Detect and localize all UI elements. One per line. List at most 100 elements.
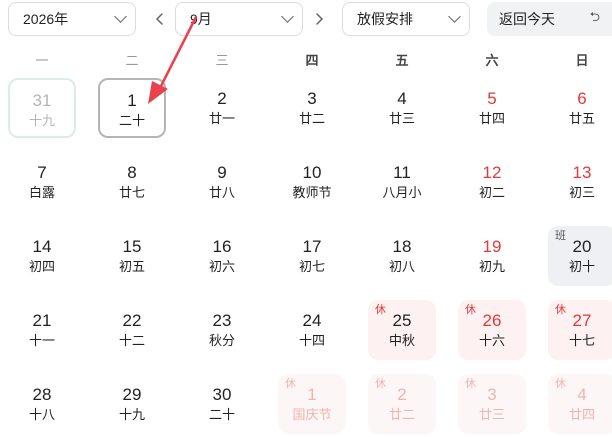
day-number: 18	[392, 237, 412, 256]
lunar-date: 初九	[478, 259, 505, 274]
lunar-date: 廿五	[568, 111, 595, 126]
day-number: 11	[393, 163, 411, 182]
day-cell[interactable]: 21 十一	[8, 300, 76, 360]
lunar-date: 廿八	[208, 185, 235, 200]
day-cell[interactable]: 24 十四	[278, 300, 346, 360]
day-number: 12	[482, 163, 502, 182]
day-number: 8	[127, 163, 137, 182]
back-to-today-button[interactable]: 返回今天 ⮌	[487, 2, 612, 36]
day-cell[interactable]: 17 初七	[278, 226, 346, 286]
holiday-select-value: 放假安排	[357, 11, 413, 27]
day-cell[interactable]: 10 教师节	[278, 152, 346, 212]
day-cell[interactable]: 30 二十	[188, 374, 256, 434]
day-cell[interactable]: 13 初三	[548, 152, 612, 212]
holiday-select[interactable]: 放假安排	[342, 2, 470, 36]
day-cell[interactable]: 1 二十	[98, 78, 166, 138]
day-number: 19	[482, 237, 502, 256]
lunar-date: 十四	[298, 333, 325, 348]
lunar-date: 十九	[28, 113, 55, 128]
day-cell[interactable]: 12 初二	[458, 152, 526, 212]
day-number: 6	[577, 89, 587, 108]
day-cell[interactable]: 28 十八	[8, 374, 76, 434]
lunar-date: 十六	[478, 333, 505, 348]
lunar-date: 十一	[28, 333, 55, 348]
day-number: 9	[217, 163, 227, 182]
lunar-date: 二十	[118, 113, 145, 128]
lunar-date: 初八	[388, 259, 415, 274]
weekday-label: 三	[215, 53, 229, 68]
lunar-date: 中秋	[388, 333, 415, 348]
lunar-date: 廿三	[388, 111, 415, 126]
day-number: 28	[32, 385, 52, 404]
calendar-toolbar: 2026年 9月 放假安排 返回今天 ⮌	[0, 0, 612, 40]
lunar-date: 秋分	[208, 333, 235, 348]
weekday-label: 五	[395, 53, 409, 68]
day-cell[interactable]: 23 秋分	[188, 300, 256, 360]
rest-day-badge: 休	[375, 304, 386, 316]
day-cell[interactable]: 9 廿八	[188, 152, 256, 212]
day-cell[interactable]: 休 3 廿三	[458, 374, 526, 434]
chevron-right-icon[interactable]	[310, 10, 328, 28]
day-cell[interactable]: 22 十二	[98, 300, 166, 360]
lunar-date: 初二	[478, 185, 505, 200]
day-cell[interactable]: 5 廿四	[458, 78, 526, 138]
day-cell[interactable]: 31 十九	[8, 78, 76, 138]
lunar-date: 廿七	[118, 185, 145, 200]
day-number: 13	[572, 163, 592, 182]
day-number: 1	[127, 91, 137, 110]
day-cell[interactable]: 15 初五	[98, 226, 166, 286]
day-number: 21	[32, 311, 52, 330]
day-cell[interactable]: 7 白露	[8, 152, 76, 212]
day-number: 29	[122, 385, 142, 404]
lunar-date: 十七	[568, 333, 595, 348]
day-cell[interactable]: 14 初四	[8, 226, 76, 286]
lunar-date: 廿一	[208, 111, 235, 126]
day-cell[interactable]: 19 初九	[458, 226, 526, 286]
lunar-date: 初三	[568, 185, 595, 200]
lunar-date: 国庆节	[292, 407, 332, 422]
day-cell[interactable]: 8 廿七	[98, 152, 166, 212]
day-cell[interactable]: 16 初六	[188, 226, 256, 286]
work-day-badge: 班	[555, 230, 566, 242]
lunar-date: 廿四	[478, 111, 505, 126]
lunar-date: 初六	[208, 259, 235, 274]
rest-day-badge: 休	[555, 378, 566, 390]
lunar-date: 八月小	[382, 185, 422, 200]
day-cell[interactable]: 休 26 十六	[458, 300, 526, 360]
day-number: 10	[302, 163, 322, 182]
day-number: 5	[487, 89, 497, 108]
weekday-label: 六	[485, 53, 499, 68]
lunar-date: 廿二	[298, 111, 325, 126]
lunar-date: 十二	[118, 333, 145, 348]
day-cell[interactable]: 3 廿二	[278, 78, 346, 138]
day-cell[interactable]: 休 4 廿四	[548, 374, 612, 434]
lunar-date: 初七	[298, 259, 325, 274]
day-cell[interactable]: 2 廿一	[188, 78, 256, 138]
day-cell[interactable]: 休 1 国庆节	[278, 374, 346, 434]
year-select[interactable]: 2026年	[8, 2, 136, 36]
day-cell[interactable]: 班 20 初十	[548, 226, 612, 286]
day-cell[interactable]: 18 初八	[368, 226, 436, 286]
day-cell[interactable]: 11 八月小	[368, 152, 436, 212]
weekday-label: 日	[575, 53, 589, 68]
back-to-today-label: 返回今天	[499, 11, 555, 27]
day-cell[interactable]: 6 廿五	[548, 78, 612, 138]
day-cell[interactable]: 29 十九	[98, 374, 166, 434]
day-cell[interactable]: 休 25 中秋	[368, 300, 436, 360]
month-select[interactable]: 9月	[175, 2, 303, 36]
day-cell[interactable]: 休 27 十七	[548, 300, 612, 360]
chevron-left-icon[interactable]	[151, 10, 169, 28]
day-cell[interactable]: 4 廿三	[368, 78, 436, 138]
return-arrow-icon: ⮌	[589, 9, 600, 24]
chevron-down-icon	[114, 10, 127, 23]
day-number: 15	[122, 237, 142, 256]
lunar-date: 廿三	[478, 407, 505, 422]
rest-day-badge: 休	[285, 378, 296, 390]
day-number: 2	[217, 89, 227, 108]
rest-day-badge: 休	[465, 304, 476, 316]
lunar-date: 初五	[118, 259, 145, 274]
day-cell[interactable]: 休 2 廿二	[368, 374, 436, 434]
year-select-value: 2026年	[23, 11, 69, 27]
weekday-header: 一二三四五六日	[0, 50, 612, 70]
weekday-label: 一	[35, 53, 49, 68]
